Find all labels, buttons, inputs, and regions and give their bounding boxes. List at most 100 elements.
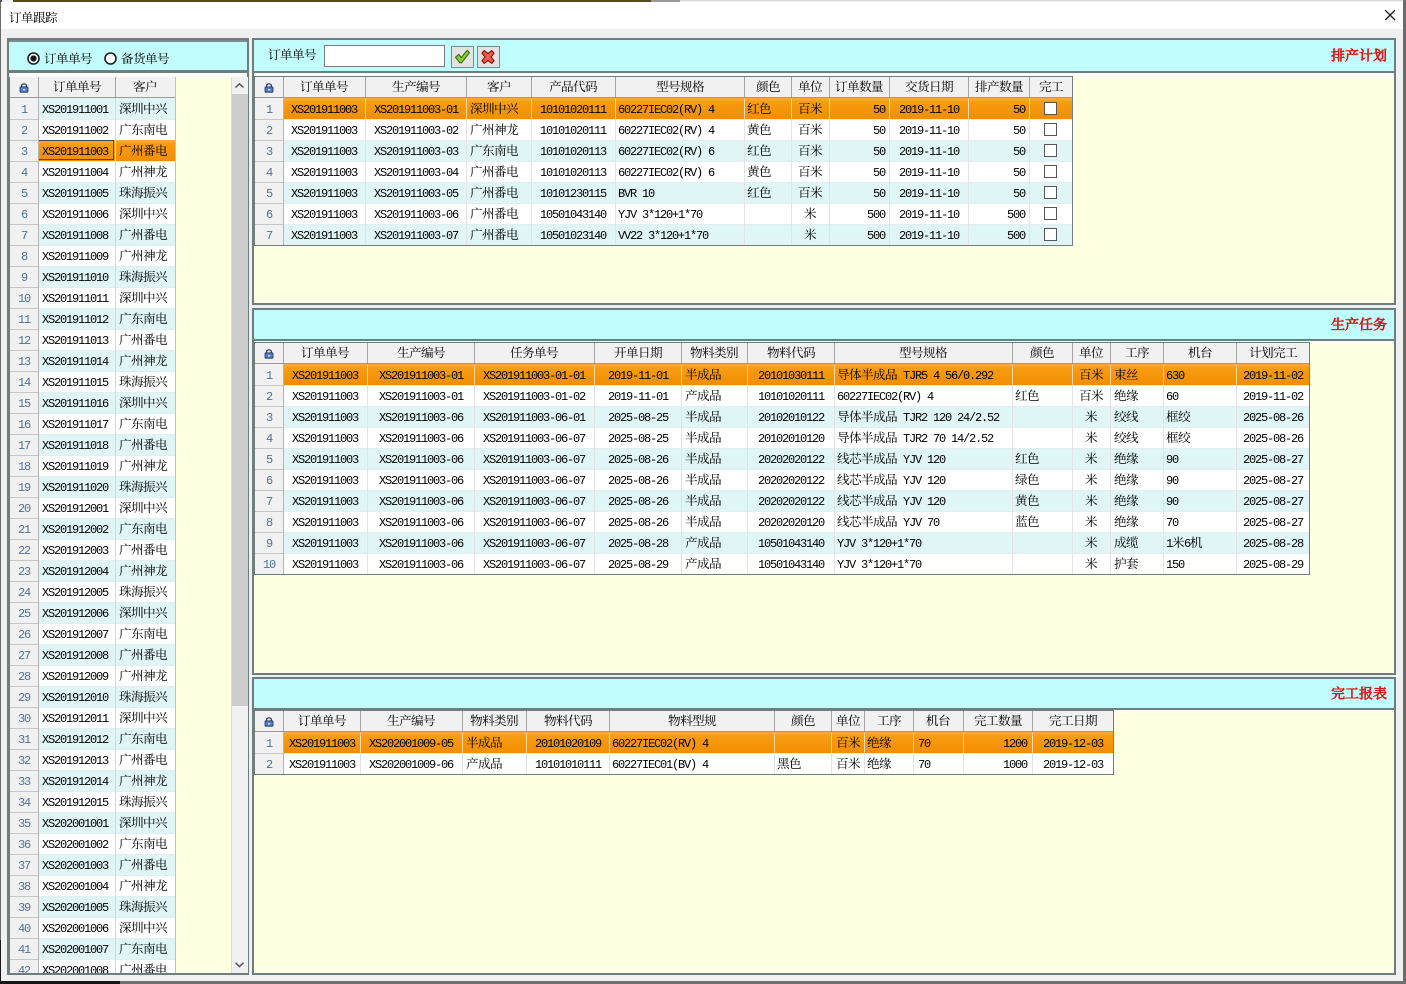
svg-text:9: 9 xyxy=(21,271,28,285)
svg-text:4: 4 xyxy=(266,432,273,446)
svg-text:2025-08-28: 2025-08-28 xyxy=(608,537,669,551)
svg-text:25: 25 xyxy=(18,607,31,621)
svg-text:60: 60 xyxy=(1166,390,1179,404)
svg-text:XS201911012: XS201911012 xyxy=(42,313,109,327)
svg-text:2019-11-10: 2019-11-10 xyxy=(899,208,960,222)
svg-text:YJV 120: YJV 120 xyxy=(903,453,946,467)
svg-text:50: 50 xyxy=(873,145,886,159)
svg-text:XS201912008: XS201912008 xyxy=(42,649,109,663)
svg-text:XS201911003-06-07: XS201911003-06-07 xyxy=(483,432,586,446)
svg-text:XS201911003-07: XS201911003-07 xyxy=(374,229,459,243)
svg-text:XS201911003-06: XS201911003-06 xyxy=(379,558,464,572)
svg-text:40: 40 xyxy=(18,922,31,936)
svg-text:2019-12-03: 2019-12-03 xyxy=(1043,758,1104,772)
svg-text:XS201911003: XS201911003 xyxy=(289,737,356,751)
svg-text:XS201911003: XS201911003 xyxy=(292,432,359,446)
svg-text:90: 90 xyxy=(1166,495,1179,509)
svg-text:XS201911003: XS201911003 xyxy=(291,124,358,138)
svg-text:XS201911003-06-07: XS201911003-06-07 xyxy=(483,453,586,467)
svg-text:14: 14 xyxy=(18,376,31,390)
svg-text:2025-08-26: 2025-08-26 xyxy=(1243,411,1304,425)
svg-text:60227IEC02(RV) 4: 60227IEC02(RV) 4 xyxy=(612,737,709,751)
svg-text:5: 5 xyxy=(266,453,273,467)
svg-text:1: 1 xyxy=(266,737,273,751)
svg-text:17: 17 xyxy=(18,439,31,453)
svg-text:630: 630 xyxy=(1166,369,1185,383)
svg-text:XS201912007: XS201912007 xyxy=(42,628,109,642)
svg-text:XS202001007: XS202001007 xyxy=(42,943,109,957)
svg-text:50: 50 xyxy=(873,103,886,117)
svg-text:4: 4 xyxy=(266,166,273,180)
svg-text:10: 10 xyxy=(263,558,276,572)
svg-text:1: 1 xyxy=(21,103,28,117)
svg-text:5: 5 xyxy=(266,187,273,201)
svg-text:11: 11 xyxy=(18,313,31,327)
svg-text:XS201911003-01-01: XS201911003-01-01 xyxy=(483,369,586,383)
svg-text:28: 28 xyxy=(18,670,31,684)
svg-text:6: 6 xyxy=(21,208,28,222)
svg-text:XS201911003: XS201911003 xyxy=(292,390,359,404)
svg-text:1: 1 xyxy=(266,369,273,383)
svg-text:70: 70 xyxy=(918,758,931,772)
svg-text:50: 50 xyxy=(1013,166,1026,180)
svg-text:7: 7 xyxy=(21,229,28,243)
svg-text:XS201911003: XS201911003 xyxy=(292,411,359,425)
svg-text:90: 90 xyxy=(1166,453,1179,467)
svg-text:500: 500 xyxy=(867,208,886,222)
svg-text:2025-08-26: 2025-08-26 xyxy=(608,474,669,488)
svg-text:20102010122: 20102010122 xyxy=(758,411,825,425)
svg-text:XS201911003: XS201911003 xyxy=(292,516,359,530)
svg-text:2025-08-26: 2025-08-26 xyxy=(608,516,669,530)
svg-text:XS202001009-05: XS202001009-05 xyxy=(369,737,454,751)
svg-text:YJV 3*120+1*70: YJV 3*120+1*70 xyxy=(837,558,922,572)
svg-text:XS201911003: XS201911003 xyxy=(292,558,359,572)
svg-text:XS201911004: XS201911004 xyxy=(42,166,109,180)
svg-text:XS202001009-06: XS202001009-06 xyxy=(369,758,454,772)
svg-text:YJV 70: YJV 70 xyxy=(903,516,940,530)
svg-text:2025-08-25: 2025-08-25 xyxy=(608,411,669,425)
svg-text:60227IEC02(RV) 4: 60227IEC02(RV) 4 xyxy=(618,124,715,138)
svg-text:XS201911003-06-07: XS201911003-06-07 xyxy=(483,474,586,488)
svg-text:2025-08-27: 2025-08-27 xyxy=(1243,516,1304,530)
svg-text:18: 18 xyxy=(18,460,31,474)
svg-text:XS201911011: XS201911011 xyxy=(42,292,109,306)
svg-text:XS201911003-01: XS201911003-01 xyxy=(379,369,464,383)
svg-text:1000: 1000 xyxy=(1003,758,1028,772)
svg-text:2019-11-10: 2019-11-10 xyxy=(899,166,960,180)
svg-text:8: 8 xyxy=(266,516,273,530)
svg-text:5: 5 xyxy=(21,187,28,201)
svg-text:XS201911003: XS201911003 xyxy=(291,166,358,180)
svg-text:4: 4 xyxy=(21,166,28,180)
svg-text:BVR 10: BVR 10 xyxy=(618,187,655,201)
svg-text:3: 3 xyxy=(266,411,273,425)
svg-text:2019-11-10: 2019-11-10 xyxy=(899,145,960,159)
svg-text:2019-12-03: 2019-12-03 xyxy=(1043,737,1104,751)
svg-text:15: 15 xyxy=(18,397,31,411)
svg-text:24: 24 xyxy=(18,586,31,600)
svg-text:150: 150 xyxy=(1166,558,1185,572)
svg-text:30: 30 xyxy=(18,712,31,726)
svg-text:XS201911002: XS201911002 xyxy=(42,124,109,138)
svg-text:2019-11-02: 2019-11-02 xyxy=(1243,390,1304,404)
svg-text:XS202001006: XS202001006 xyxy=(42,922,109,936)
svg-text:XS202001003: XS202001003 xyxy=(42,859,109,873)
svg-text:YJV 3*120+1*70: YJV 3*120+1*70 xyxy=(837,537,922,551)
svg-text:XS201911020: XS201911020 xyxy=(42,481,109,495)
svg-text:500: 500 xyxy=(867,229,886,243)
svg-text:XS201911005: XS201911005 xyxy=(42,187,109,201)
svg-text:2025-08-26: 2025-08-26 xyxy=(608,495,669,509)
svg-text:XS202001002: XS202001002 xyxy=(42,838,109,852)
svg-text:XS202001004: XS202001004 xyxy=(42,880,109,894)
svg-text:XS201911003-06: XS201911003-06 xyxy=(379,495,464,509)
svg-text:XS201911003: XS201911003 xyxy=(291,187,358,201)
svg-text:50: 50 xyxy=(873,187,886,201)
svg-text:2: 2 xyxy=(21,124,28,138)
svg-text:XS201911009: XS201911009 xyxy=(42,250,109,264)
svg-text:2: 2 xyxy=(266,124,273,138)
svg-text:10101020111: 10101020111 xyxy=(758,390,825,404)
svg-text:XS201911003-05: XS201911003-05 xyxy=(374,187,459,201)
svg-text:2025-08-27: 2025-08-27 xyxy=(1243,474,1304,488)
svg-text:2019-11-10: 2019-11-10 xyxy=(899,124,960,138)
svg-text:6: 6 xyxy=(266,208,273,222)
svg-text:50: 50 xyxy=(1013,187,1026,201)
